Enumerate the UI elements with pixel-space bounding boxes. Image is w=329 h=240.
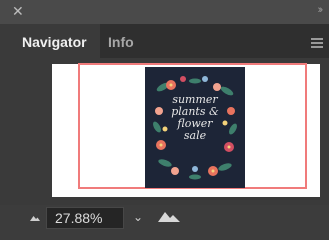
- panel-titlebar: ✕ ››: [0, 0, 329, 24]
- hamburger-menu-icon[interactable]: [311, 38, 323, 48]
- tab-info[interactable]: Info: [108, 24, 134, 58]
- tab-navigator[interactable]: Navigator: [0, 24, 100, 58]
- tab-bar: Navigator Info: [0, 24, 329, 58]
- double-chevron-icon[interactable]: ››: [318, 4, 324, 16]
- poster-line: sale: [183, 129, 207, 142]
- zoom-input[interactable]: 27.88%: [46, 207, 124, 229]
- large-mountain-icon[interactable]: [158, 210, 180, 222]
- small-mountain-icon[interactable]: [30, 215, 40, 221]
- chevron-down-icon[interactable]: ⌄: [128, 207, 148, 229]
- close-icon[interactable]: ✕: [12, 4, 24, 18]
- poster-thumbnail: summer plants & flower sale: [145, 67, 245, 188]
- poster-lettering: summer plants & flower sale: [145, 94, 245, 142]
